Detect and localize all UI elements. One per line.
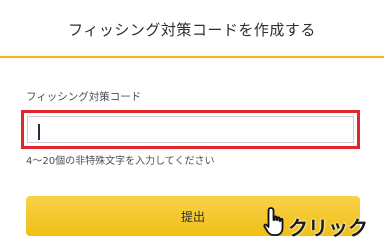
click-annotation: クリック (288, 216, 368, 240)
input-highlight-frame (21, 110, 360, 149)
page-header: フィッシング対策コードを作成する (0, 0, 384, 58)
submit-button-label: 提出 (180, 209, 205, 224)
anti-phishing-code-input[interactable] (27, 116, 354, 143)
text-caret (38, 124, 40, 140)
anti-phishing-code-label: フィッシング対策コード (26, 91, 142, 103)
page-title: フィッシング対策コードを作成する (68, 20, 316, 39)
hand-pointer-icon (263, 207, 284, 236)
input-hint: 4〜20個の非特殊文字を入力してください (26, 156, 215, 167)
